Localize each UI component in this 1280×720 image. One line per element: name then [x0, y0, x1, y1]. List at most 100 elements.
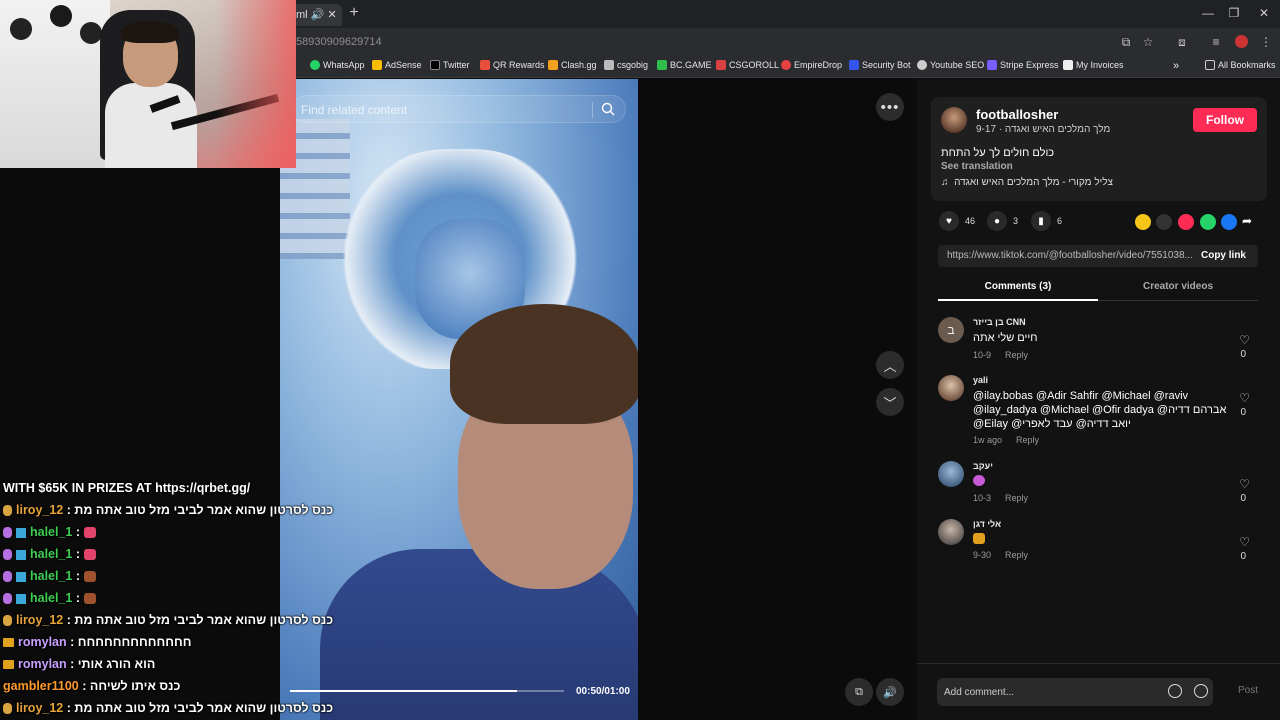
bookmark-bcgame[interactable]: BC.GAME: [657, 60, 712, 70]
comment-meta: 10-3 Reply: [973, 493, 1042, 503]
chat-username[interactable]: liroy_12: [16, 503, 63, 517]
comment-mentions[interactable]: @ilay.bobas @Adir Sahfir @Michael @raviv…: [973, 389, 1233, 431]
chat-username[interactable]: romylan: [18, 635, 67, 649]
whatsapp-share-icon[interactable]: [1200, 214, 1216, 230]
bookmark-twitter[interactable]: Twitter: [430, 60, 470, 70]
tab-comments[interactable]: Comments (3): [938, 281, 1098, 292]
bookmark-label: Stripe Express: [1000, 60, 1059, 70]
bookmark-label: Clash.gg: [561, 60, 597, 70]
related-search-box[interactable]: Find related content: [292, 95, 626, 123]
search-icon[interactable]: [601, 102, 615, 116]
bookmark-security-bot[interactable]: Security Bot: [849, 60, 911, 70]
next-video-button[interactable]: ﹀: [876, 388, 904, 416]
bookmark-adsense[interactable]: AdSense: [372, 60, 422, 70]
creator-subline: מלך המלכים האיש ואגדה · 9-17: [976, 124, 1111, 135]
bookmark-clash[interactable]: Clash.gg: [548, 60, 597, 70]
video-link[interactable]: https://www.tiktok.com/@footballosher/vi…: [947, 250, 1192, 261]
embed-icon[interactable]: [1156, 214, 1172, 230]
music-line[interactable]: ♫ צליל מקורי - מלך המלכים האיש ואגדה: [941, 177, 1113, 188]
reply-button[interactable]: Reply: [1016, 435, 1039, 445]
reply-button[interactable]: Reply: [1005, 350, 1028, 360]
bookmark-csgobig[interactable]: csgobig: [604, 60, 648, 70]
minimize-icon[interactable]: —: [1198, 6, 1218, 20]
csgobig-icon: [604, 60, 614, 70]
mention-icon[interactable]: [1168, 684, 1182, 698]
adsense-icon: [372, 60, 382, 70]
bookmark-stripe-express[interactable]: Stripe Express: [987, 60, 1059, 70]
bookmark-empiredrop[interactable]: EmpireDrop: [781, 60, 842, 70]
install-app-icon[interactable]: ⧉: [1118, 35, 1134, 50]
bookmark-my-invoices[interactable]: My Invoices: [1063, 60, 1124, 70]
comment-avatar[interactable]: [938, 519, 964, 545]
menu-kebab-icon[interactable]: ⋮: [1258, 35, 1274, 49]
comment-like-icon[interactable]: ♡: [1239, 391, 1250, 405]
comment-avatar[interactable]: [938, 461, 964, 487]
chat-message: : כנס איתו לשיחה: [82, 679, 181, 693]
chat-username[interactable]: liroy_12: [16, 613, 63, 627]
save-count: 6: [1057, 216, 1063, 226]
new-tab-button[interactable]: +: [346, 4, 362, 22]
bookmark-qr-rewards[interactable]: QR Rewards: [480, 60, 545, 70]
bookmarks-overflow[interactable]: »: [1173, 60, 1179, 72]
action-bar: ♥ 46 ● 3 ▮ 6 ➦: [931, 211, 1267, 233]
empiredrop-icon: [781, 60, 791, 70]
bookmark-youtube-seo[interactable]: Youtube SEO: [917, 60, 984, 70]
save-action[interactable]: ▮ 6: [1031, 211, 1062, 231]
see-translation-link[interactable]: See translation: [941, 161, 1013, 172]
bookmark-star-icon[interactable]: ☆: [1140, 35, 1156, 49]
chat-username[interactable]: gambler1100: [3, 679, 79, 693]
comment-author[interactable]: יעקב: [973, 461, 993, 471]
emoji-picker-icon[interactable]: [1194, 684, 1208, 698]
chat-banner: WITH $65K IN PRIZES AT https://qrbet.gg/: [3, 481, 251, 495]
url-text[interactable]: 58930909629714: [296, 36, 382, 48]
bookmark-icon: ▮: [1031, 211, 1051, 231]
bookmark-csgoroll[interactable]: CSGOROLL: [716, 60, 779, 70]
previous-video-button[interactable]: ︿: [876, 351, 904, 379]
floating-player-button[interactable]: ⧉: [845, 678, 873, 706]
follow-button[interactable]: Follow: [1193, 108, 1257, 132]
close-window-icon[interactable]: ✕: [1254, 6, 1274, 20]
creator-username[interactable]: footballosher: [976, 107, 1058, 122]
creator-avatar[interactable]: [941, 107, 967, 133]
chat-line: romylan : הוא הורג אותי: [3, 657, 155, 671]
reply-button[interactable]: Reply: [1005, 550, 1028, 560]
volume-button[interactable]: 🔊: [876, 678, 904, 706]
more-options-button[interactable]: •••: [876, 93, 904, 121]
comment-avatar[interactable]: ב: [938, 317, 964, 343]
comment-author[interactable]: yali: [973, 375, 988, 385]
copy-link-button[interactable]: Copy link: [1201, 250, 1246, 261]
like-action[interactable]: ♥ 46: [939, 211, 975, 231]
comment-like-icon[interactable]: ♡: [1239, 535, 1250, 549]
share-arrow-icon[interactable]: ➦: [1242, 214, 1258, 230]
bookmark-whatsapp[interactable]: WhatsApp: [310, 60, 365, 70]
qr-rewards-icon: [480, 60, 490, 70]
share-friends-icon[interactable]: [1135, 214, 1151, 230]
extensions-icon[interactable]: ⧈: [1174, 35, 1190, 50]
video-player[interactable]: [280, 79, 638, 720]
facebook-share-icon[interactable]: [1221, 214, 1237, 230]
post-button[interactable]: Post: [1238, 685, 1258, 696]
media-controls-icon[interactable]: ≡: [1208, 35, 1224, 49]
video-progress-bar[interactable]: [290, 690, 564, 692]
chat-username[interactable]: halel_1: [30, 569, 72, 583]
chat-username[interactable]: liroy_12: [16, 701, 63, 715]
chat-username[interactable]: halel_1: [30, 525, 72, 539]
comment-author[interactable]: בן בייזר CNN: [973, 317, 1026, 327]
send-icon[interactable]: [1178, 214, 1194, 230]
comment-like-icon[interactable]: ♡: [1239, 333, 1250, 347]
chat-username[interactable]: romylan: [18, 657, 67, 671]
browser-tab[interactable]: ml 🔊 ✕: [292, 4, 342, 26]
comment-avatar[interactable]: [938, 375, 964, 401]
profile-avatar-icon[interactable]: [1233, 35, 1249, 51]
reply-button[interactable]: Reply: [1005, 493, 1028, 503]
comment-like-icon[interactable]: ♡: [1239, 477, 1250, 491]
close-tab-icon[interactable]: ✕: [327, 9, 336, 21]
comment-action[interactable]: ● 3: [987, 211, 1018, 231]
gift-badge: [3, 527, 12, 539]
comment-author[interactable]: אלי דגן: [973, 519, 1001, 529]
all-bookmarks[interactable]: All Bookmarks: [1205, 60, 1276, 70]
chat-username[interactable]: halel_1: [30, 547, 72, 561]
chat-username[interactable]: halel_1: [30, 591, 72, 605]
restore-icon[interactable]: ❐: [1224, 6, 1244, 20]
tab-creator-videos[interactable]: Creator videos: [1098, 281, 1258, 292]
